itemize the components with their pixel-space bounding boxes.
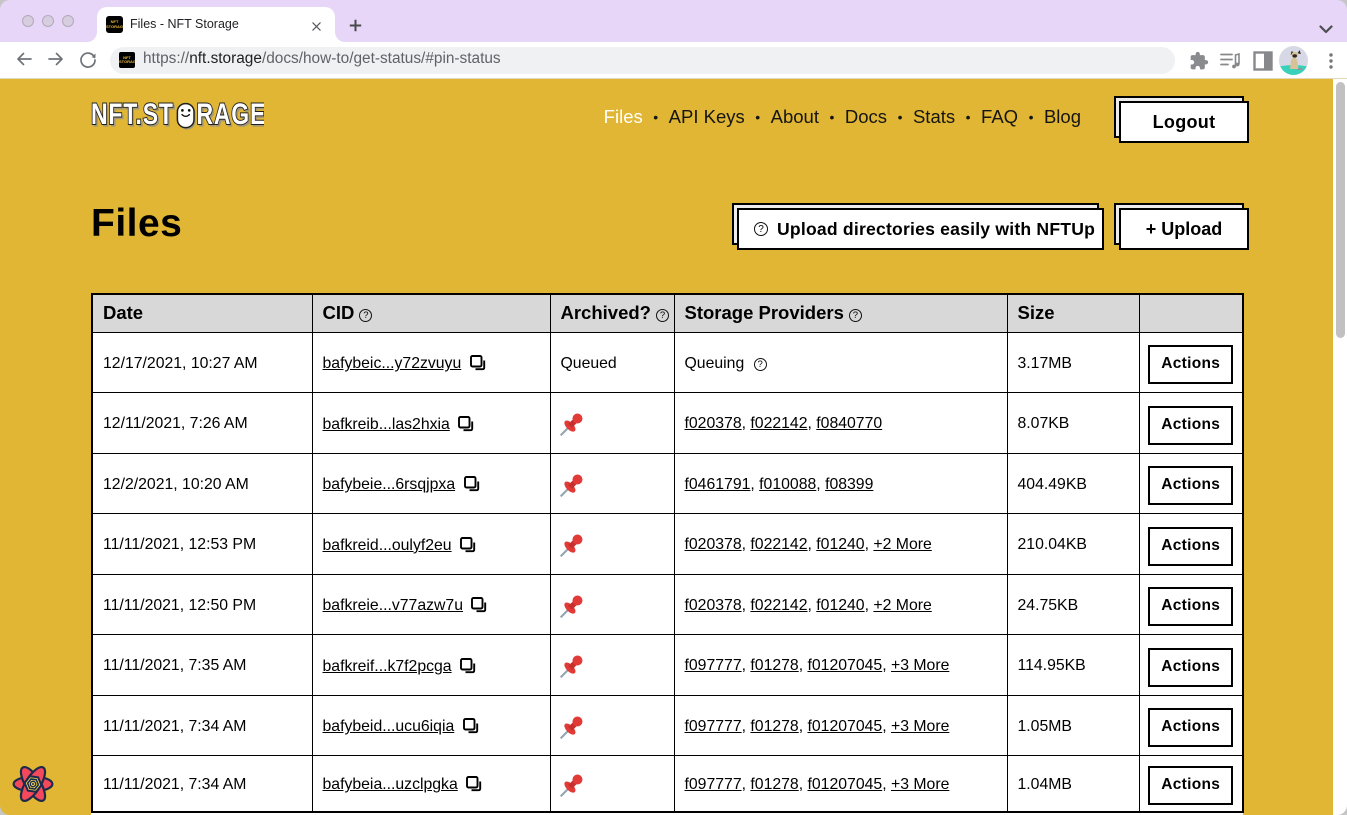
svg-text:RAGE: RAGE xyxy=(197,101,265,131)
svg-text:NFT.ST: NFT.ST xyxy=(91,101,174,131)
